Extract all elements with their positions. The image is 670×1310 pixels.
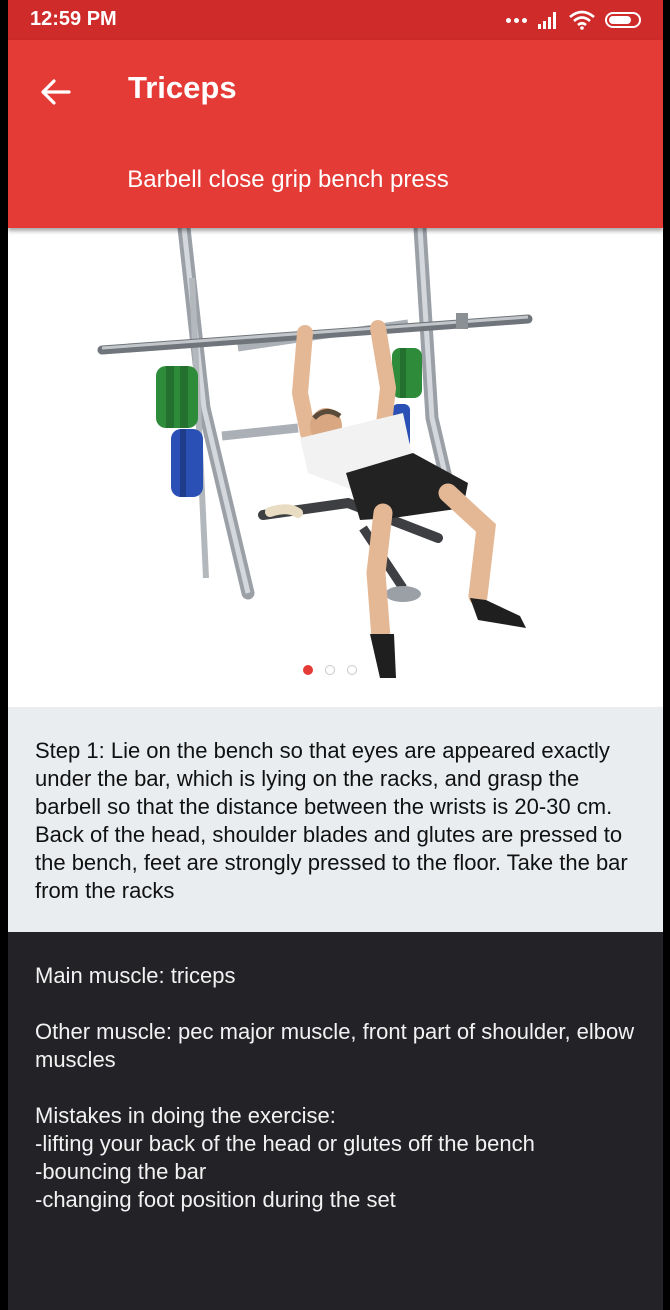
signal-icon <box>538 12 556 29</box>
arrow-left-icon <box>41 79 71 105</box>
mistakes-section: Mistakes in doing the exercise: -lifting… <box>35 1102 645 1214</box>
more-dots-icon <box>506 17 527 23</box>
battery-icon <box>605 12 641 28</box>
step-description: Step 1: Lie on the bench so that eyes ar… <box>35 738 628 903</box>
pager-dot-1[interactable] <box>303 665 313 675</box>
exercise-illustration <box>97 228 533 678</box>
exercise-image-carousel[interactable] <box>8 228 663 707</box>
main-muscle-text: Main muscle: triceps <box>35 963 236 988</box>
status-bar: 12:59 PM <box>8 0 663 40</box>
page-title: Triceps <box>128 70 237 105</box>
mistakes-title: Mistakes in doing the exercise: <box>35 1103 336 1128</box>
wifi-icon <box>569 10 595 30</box>
app-bar: Triceps Barbell close grip bench press <box>8 40 663 228</box>
step-card: Step 1: Lie on the bench so that eyes ar… <box>8 707 663 932</box>
pager-dot-3[interactable] <box>347 665 357 675</box>
pager-dot-2[interactable] <box>325 665 335 675</box>
exercise-info: Main muscle: triceps Other muscle: pec m… <box>35 962 645 1214</box>
pager-dots <box>303 665 357 675</box>
screen: 12:59 PM Triceps Barbell close grip benc… <box>8 0 663 1310</box>
mistake-item: -bouncing the bar <box>35 1159 207 1184</box>
mistake-item: -lifting your back of the head or glutes… <box>35 1131 535 1156</box>
other-muscle-text: Other muscle: pec major muscle, front pa… <box>35 1019 635 1072</box>
mistake-item: -changing foot position during the set <box>35 1187 396 1212</box>
exercise-name: Barbell close grip bench press <box>127 166 449 193</box>
status-icons <box>506 10 641 30</box>
back-button[interactable] <box>32 68 80 116</box>
status-time: 12:59 PM <box>30 8 117 30</box>
